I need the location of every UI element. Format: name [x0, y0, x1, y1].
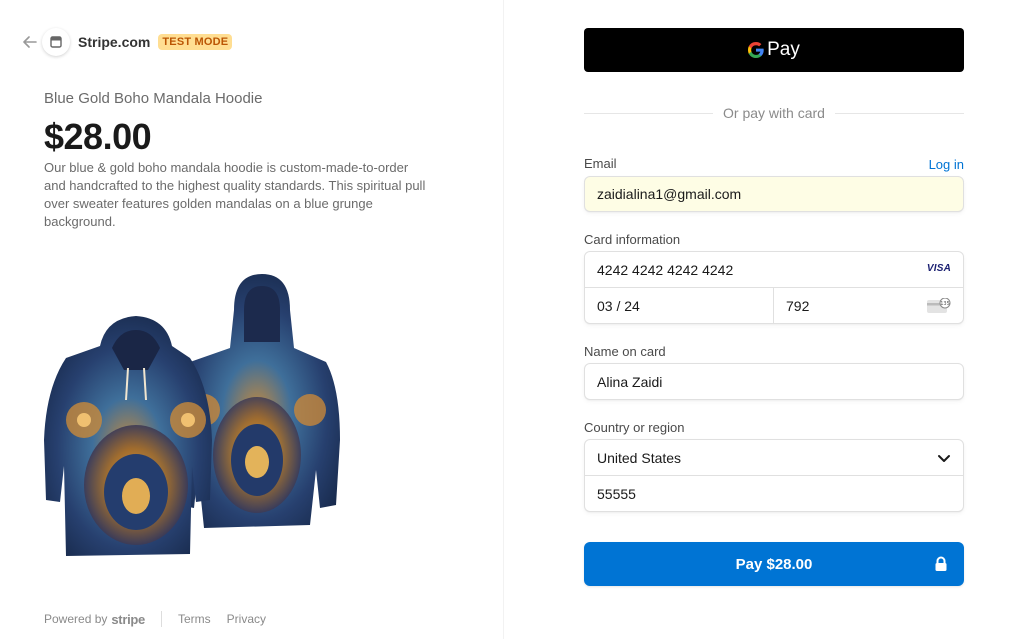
- pay-button[interactable]: Pay $28.00: [584, 542, 964, 586]
- google-pay-button[interactable]: Pay: [584, 28, 964, 72]
- name-on-card-input[interactable]: [585, 364, 963, 399]
- store-icon[interactable]: [42, 28, 70, 56]
- store-name[interactable]: Stripe.com: [78, 34, 150, 50]
- pay-button-label: Pay $28.00: [735, 555, 813, 573]
- email-field-container: [584, 176, 964, 212]
- chevron-down-icon: [938, 454, 950, 462]
- stripe-logo[interactable]: stripe: [111, 612, 145, 627]
- google-pay-label: Pay: [767, 39, 800, 60]
- country-value: United States: [597, 449, 682, 466]
- test-mode-badge: TEST MODE: [158, 34, 233, 50]
- country-select[interactable]: United States: [585, 440, 963, 476]
- country-region-field: United States: [584, 439, 964, 512]
- card-number-input[interactable]: [585, 252, 963, 287]
- google-g-icon: [748, 42, 764, 58]
- country-label: Country or region: [584, 420, 685, 435]
- arrow-left-icon[interactable]: [20, 32, 40, 52]
- footer: Powered by stripe Terms Privacy: [44, 611, 282, 627]
- product-price: $28.00: [44, 116, 152, 157]
- product-name: Blue Gold Boho Mandala Hoodie: [44, 90, 263, 107]
- cvc-card-icon: 135: [927, 298, 951, 313]
- product-description: Our blue & gold boho mandala hoodie is c…: [44, 160, 426, 229]
- lock-icon: [935, 556, 947, 571]
- email-label: Email: [584, 156, 617, 171]
- zip-input[interactable]: [585, 476, 963, 512]
- or-pay-with-card-text: Or pay with card: [723, 105, 825, 121]
- product-image: [44, 274, 340, 556]
- or-divider: Or pay with card: [584, 104, 964, 122]
- order-summary-panel: Stripe.com TEST MODE Blue Gold Boho Mand…: [0, 0, 504, 639]
- email-input[interactable]: [585, 177, 963, 211]
- expiry-input[interactable]: [585, 288, 773, 324]
- card-information-label: Card information: [584, 232, 681, 247]
- header: Stripe.com TEST MODE: [20, 28, 233, 56]
- name-on-card-label: Name on card: [584, 344, 666, 359]
- name-on-card-container: [584, 363, 964, 400]
- login-link[interactable]: Log in: [929, 157, 964, 172]
- privacy-link[interactable]: Privacy: [227, 612, 266, 626]
- svg-text:135: 135: [940, 301, 950, 307]
- payment-panel: Pay Or pay with card Email Log in Card i…: [504, 0, 1036, 639]
- footer-divider: [160, 611, 162, 627]
- card-information-field: VISA 135: [584, 251, 964, 324]
- terms-link[interactable]: Terms: [178, 612, 211, 626]
- visa-icon: VISA: [926, 263, 951, 274]
- powered-by-text: Powered by: [44, 612, 108, 626]
